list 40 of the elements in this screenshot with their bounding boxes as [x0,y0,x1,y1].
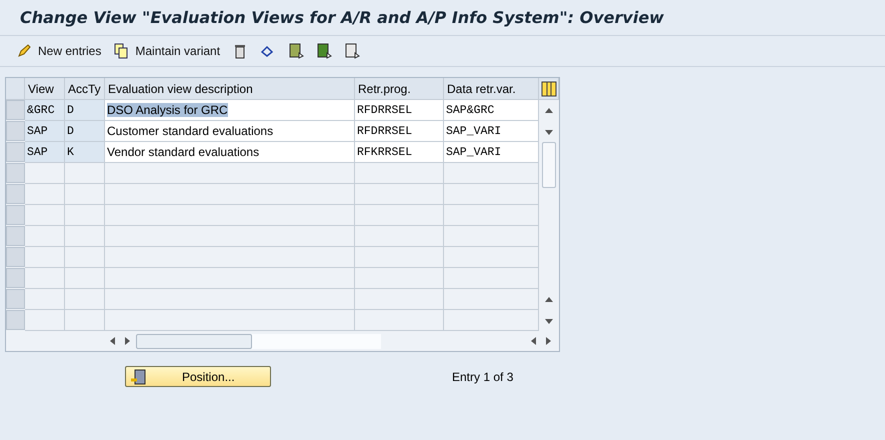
column-settings-icon[interactable] [541,80,557,96]
table-cell: K [65,142,105,163]
column-header[interactable]: Retr.prog. [355,78,444,100]
column-header[interactable]: Evaluation view description [105,78,355,100]
table-cell: SAP_VARI [444,121,539,142]
scroll-up-icon[interactable] [544,294,554,304]
toolbar-button[interactable]: Maintain variant [111,39,222,63]
table-cell: DSO Analysis for GRC [105,100,355,121]
copy-icon [113,43,130,59]
pencil-icon [16,43,32,59]
header-corner [6,78,25,100]
column-header[interactable]: View [25,78,65,100]
position-button[interactable]: Position... [125,366,271,387]
scroll-right-icon[interactable] [122,336,132,346]
toolbar-button[interactable]: New entries [14,39,104,63]
table-cell: SAP_VARI [444,142,539,163]
column-header[interactable]: Data retr.var. [444,78,539,100]
table-deselect-icon [344,43,360,59]
scrollbar-thumb[interactable] [542,142,556,188]
table-cell: D [65,100,105,121]
scroll-right-icon[interactable] [543,336,553,346]
table-cell: RFDRRSEL [355,100,444,121]
position-icon [130,368,146,384]
column-header[interactable]: AccTy [65,78,105,100]
scroll-up-icon[interactable] [544,106,554,116]
table-cell: &GRC [25,100,65,121]
table-cell: D [65,121,105,142]
table-select-icon [316,43,332,59]
table-cell: RFKRRSEL [355,142,444,163]
table-cell: SAP [25,121,65,142]
scroll-left-icon[interactable] [529,336,539,346]
entry-count: Entry 1 of 3 [452,370,514,384]
table-cell: SAP [25,142,65,163]
table-cell: SAP&GRC [444,100,539,121]
table-select-icon [288,43,304,59]
table-cell: Vendor standard evaluations [105,142,355,163]
table-cell: RFDRRSEL [355,121,444,142]
scrollbar-thumb[interactable] [136,334,252,348]
table-cell: Customer standard evaluations [105,121,355,142]
scroll-left-icon[interactable] [108,336,118,346]
